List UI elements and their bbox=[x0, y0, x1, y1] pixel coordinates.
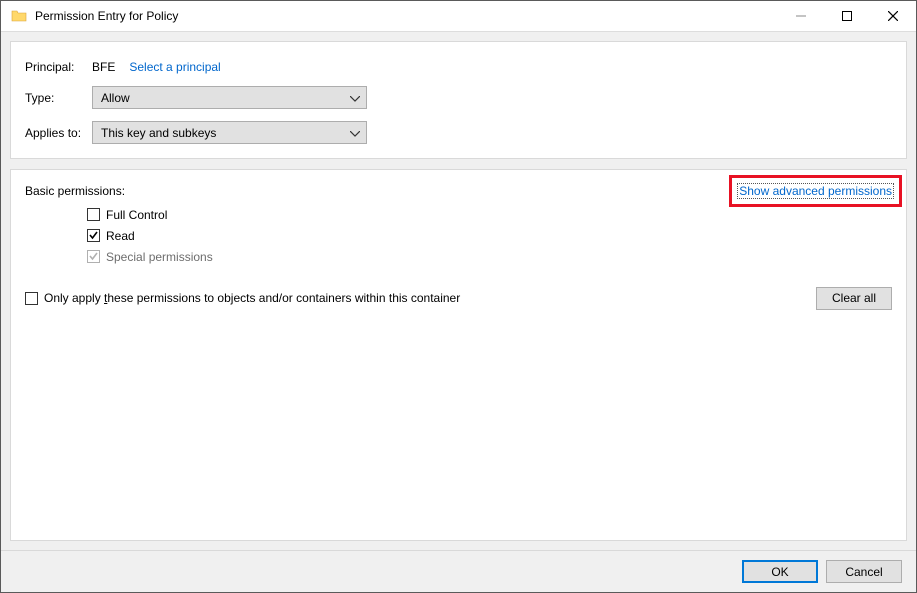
principal-panel: Principal: BFE Select a principal Type: … bbox=[10, 41, 907, 159]
principal-label: Principal: bbox=[25, 60, 92, 74]
full-control-label: Full Control bbox=[106, 208, 167, 222]
close-button[interactable] bbox=[870, 1, 916, 32]
ok-button[interactable]: OK bbox=[742, 560, 818, 583]
basic-permissions-heading: Basic permissions: bbox=[25, 184, 125, 198]
special-checkbox bbox=[87, 250, 100, 263]
only-apply-checkbox[interactable] bbox=[25, 292, 38, 305]
select-principal-link[interactable]: Select a principal bbox=[129, 60, 220, 74]
folder-icon bbox=[11, 8, 27, 24]
read-label: Read bbox=[106, 229, 135, 243]
permissions-panel: Basic permissions: Show advanced permiss… bbox=[10, 169, 907, 541]
highlight-box: Show advanced permissions bbox=[729, 175, 902, 207]
dialog-window: Permission Entry for Policy Principal: B… bbox=[0, 0, 917, 593]
permission-full-control: Full Control bbox=[87, 204, 892, 225]
clear-all-button[interactable]: Clear all bbox=[816, 287, 892, 310]
window-title: Permission Entry for Policy bbox=[35, 9, 178, 23]
principal-value: BFE bbox=[92, 60, 115, 74]
applies-label: Applies to: bbox=[25, 126, 92, 140]
type-select-value: Allow bbox=[101, 91, 130, 105]
only-apply-label: Only apply these permissions to objects … bbox=[44, 291, 460, 305]
maximize-button[interactable] bbox=[824, 1, 870, 32]
chevron-down-icon bbox=[350, 91, 360, 105]
show-advanced-permissions-link[interactable]: Show advanced permissions bbox=[737, 183, 894, 199]
type-select[interactable]: Allow bbox=[92, 86, 367, 109]
special-label: Special permissions bbox=[106, 250, 213, 264]
permission-read: Read bbox=[87, 225, 892, 246]
applies-select-value: This key and subkeys bbox=[101, 126, 216, 140]
applies-select[interactable]: This key and subkeys bbox=[92, 121, 367, 144]
only-apply-row: Only apply these permissions to objects … bbox=[25, 291, 892, 305]
full-control-checkbox[interactable] bbox=[87, 208, 100, 221]
cancel-button[interactable]: Cancel bbox=[826, 560, 902, 583]
minimize-button[interactable] bbox=[778, 1, 824, 32]
permission-special: Special permissions bbox=[87, 246, 892, 267]
dialog-footer: OK Cancel bbox=[1, 550, 916, 592]
chevron-down-icon bbox=[350, 126, 360, 140]
type-label: Type: bbox=[25, 91, 92, 105]
titlebar: Permission Entry for Policy bbox=[1, 1, 916, 32]
dialog-content: Principal: BFE Select a principal Type: … bbox=[1, 32, 916, 550]
read-checkbox[interactable] bbox=[87, 229, 100, 242]
permissions-list: Full Control Read Special permissions bbox=[87, 204, 892, 267]
